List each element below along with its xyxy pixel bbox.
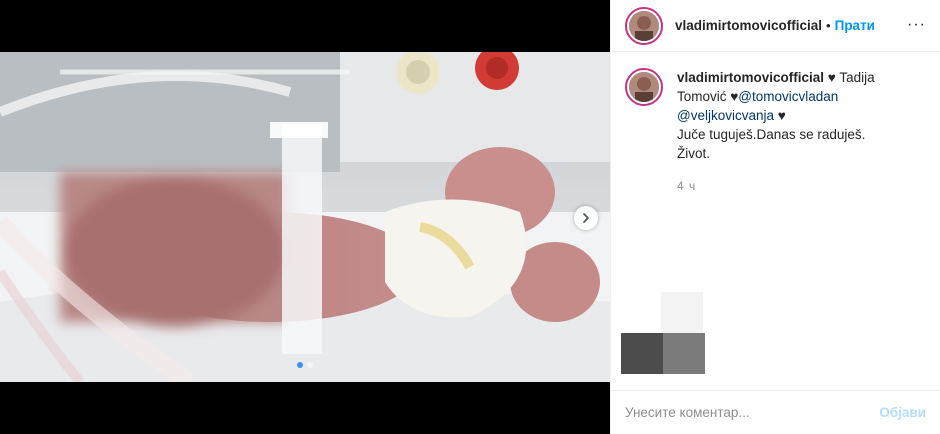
follow-button[interactable]: Прати [835, 18, 875, 33]
photo-image [0, 52, 610, 382]
caption-avatar[interactable] [625, 68, 663, 106]
avatar-image [629, 72, 659, 102]
post-header: vladimirtomovicofficial • Прати ··· [611, 0, 940, 52]
separator: • [826, 18, 831, 33]
post-photo[interactable] [0, 52, 610, 382]
caption-line: Juče tuguješ.Danas se raduješ. [677, 127, 866, 142]
instagram-post-modal: vladimirtomovicofficial • Прати ··· vlad… [0, 0, 940, 434]
username-link[interactable]: vladimirtomovicofficial [675, 18, 822, 33]
carousel-dot-2 [307, 362, 313, 368]
thumbnail-tile [621, 333, 663, 374]
post-caption: vladimirtomovicofficial ♥ Tadija Tomović… [611, 52, 940, 196]
blurred-thumbnail [621, 292, 713, 374]
carousel-next-button[interactable] [574, 206, 598, 230]
mention-link[interactable]: @veljkovicvanja [677, 108, 774, 123]
more-options-icon[interactable]: ··· [907, 17, 926, 33]
comment-bar: Објави [611, 390, 940, 434]
caption-username[interactable]: vladimirtomovicofficial [677, 70, 824, 85]
mention-link[interactable]: @tomovicvladan [738, 89, 838, 104]
carousel-dot-1 [297, 362, 303, 368]
carousel-indicators [0, 362, 610, 368]
thumbnail-tile [661, 292, 703, 333]
caption-text: vladimirtomovicofficial ♥ Tadija Tomović… [677, 68, 907, 196]
thumbnail-tile [621, 292, 661, 333]
post-timestamp[interactable]: 4 ч [677, 177, 907, 196]
post-sidebar: vladimirtomovicofficial • Прати ··· vlad… [610, 0, 940, 434]
comment-input[interactable] [625, 405, 880, 420]
post-comment-button[interactable]: Објави [879, 405, 926, 420]
avatar[interactable] [625, 6, 663, 45]
thumbnail-tile [663, 333, 705, 374]
chevron-right-icon [583, 213, 589, 223]
caption-part2: ♥ [774, 108, 786, 123]
media-column [0, 0, 610, 434]
avatar-image [629, 10, 659, 41]
caption-line: Život. [677, 146, 711, 161]
